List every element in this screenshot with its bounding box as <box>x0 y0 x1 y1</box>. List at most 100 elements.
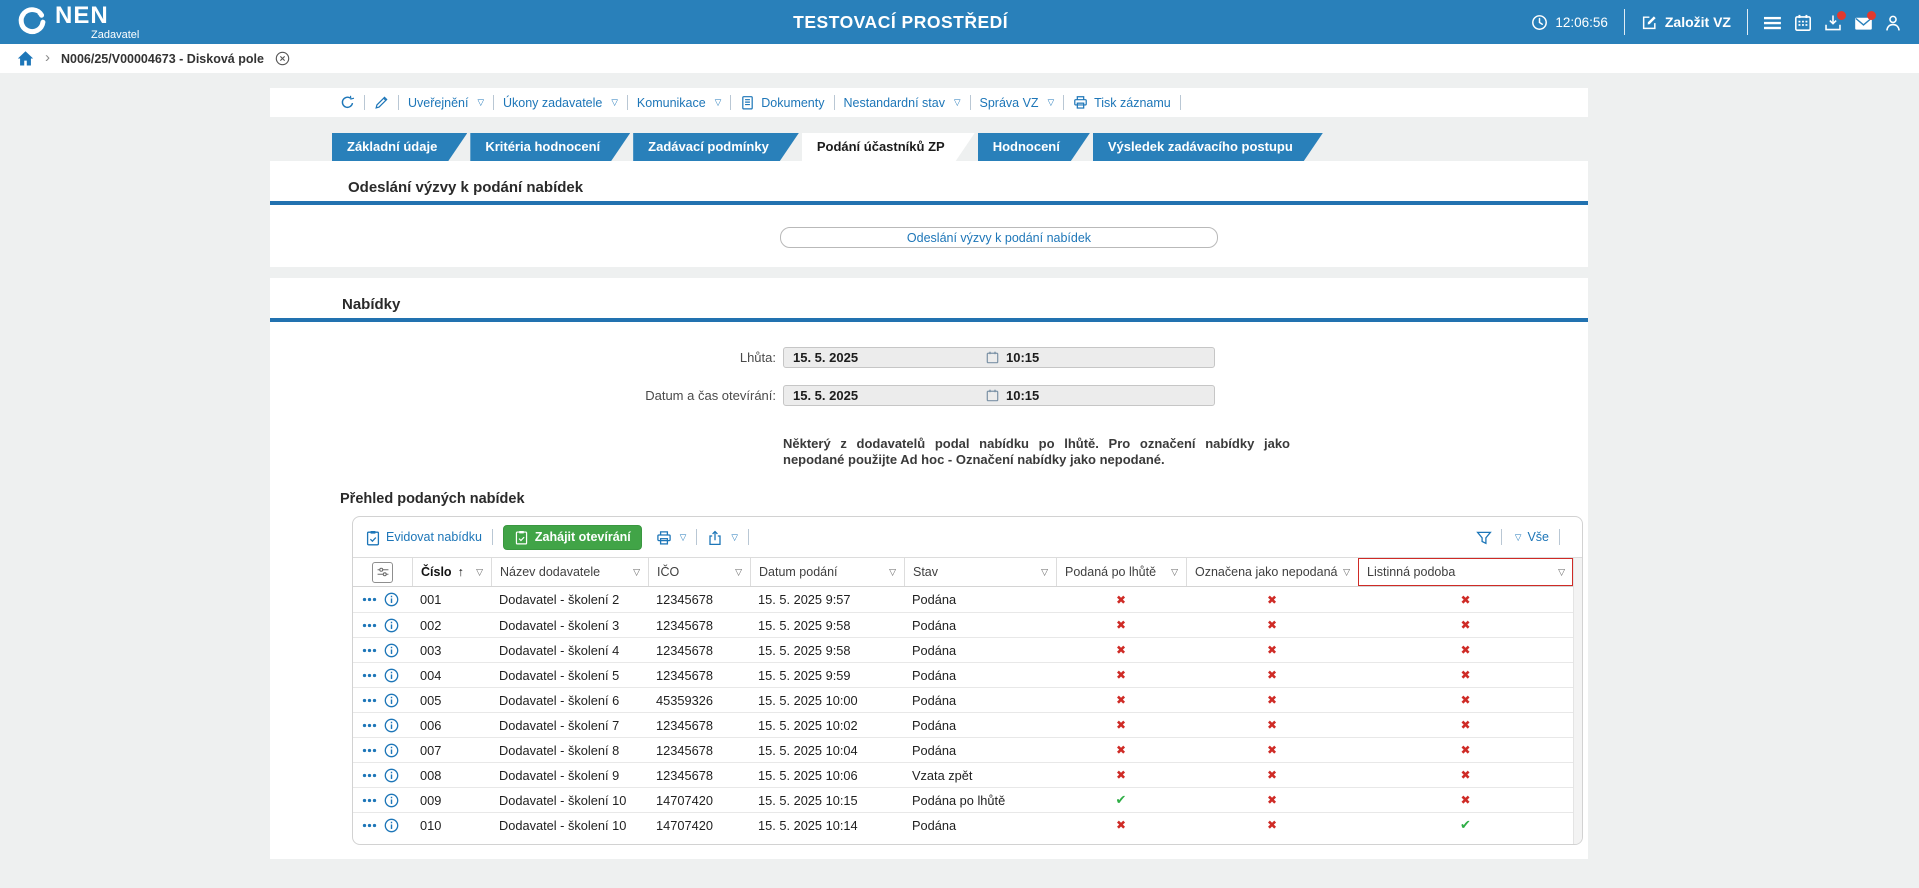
menu-icon[interactable] <box>1764 14 1781 31</box>
row-info-icon[interactable] <box>384 693 399 708</box>
row-menu-icon[interactable] <box>362 823 377 828</box>
divider <box>1747 9 1748 35</box>
menu-tisk-zaznamu[interactable]: Tisk záznamu <box>1073 95 1171 110</box>
row-info-icon[interactable] <box>384 743 399 758</box>
row-info-icon[interactable] <box>384 668 399 683</box>
column-filter-icon[interactable]: ▽ <box>1343 568 1350 577</box>
row-menu-icon[interactable] <box>362 773 377 778</box>
odeslani-vyzvy-button[interactable]: Odeslání výzvy k podání nabídek <box>780 227 1218 248</box>
row-menu-icon[interactable] <box>362 673 377 678</box>
column-filter-icon[interactable]: ▽ <box>476 568 483 577</box>
row-info-icon[interactable] <box>384 592 399 607</box>
column-filter-icon[interactable]: ▽ <box>735 568 742 577</box>
cell-podana-po-lhute: ✖ <box>1056 643 1186 657</box>
tab-zadavaci-podminky[interactable]: Zadávací podmínky <box>633 133 799 161</box>
lhuta-field[interactable]: 15. 5. 2025 10:15 <box>783 347 1215 368</box>
oteviranie-time-value[interactable]: 10:15 <box>1006 388 1039 403</box>
edit-button[interactable] <box>374 95 389 110</box>
row-info-icon[interactable] <box>384 718 399 733</box>
column-header-listinna-podoba[interactable]: Listinná podoba ▽ <box>1358 558 1573 586</box>
nen-logo[interactable]: NEN Zadavatel <box>0 4 270 41</box>
row-info-icon[interactable] <box>384 768 399 783</box>
create-vz-button[interactable]: Založit VZ <box>1641 14 1731 31</box>
menu-ukony-zadavatele[interactable]: Úkony zadavatele ▽ <box>503 96 618 110</box>
filter-vse-dropdown[interactable]: ▽ Vše <box>1512 530 1549 544</box>
home-icon[interactable] <box>17 50 34 67</box>
row-menu-icon[interactable] <box>362 748 377 753</box>
calendar-icon[interactable] <box>1794 14 1811 31</box>
chevron-down-icon: ▽ <box>1048 98 1055 107</box>
messages-button[interactable] <box>1854 14 1871 31</box>
cell-nazev-dodavatele: Dodavatel - školení 7 <box>491 718 648 733</box>
row-menu-icon[interactable] <box>362 723 377 728</box>
row-menu-icon[interactable] <box>362 597 377 602</box>
column-settings[interactable] <box>353 558 412 586</box>
chevron-down-icon: ▽ <box>680 533 687 542</box>
column-header-stav[interactable]: Stav ▽ <box>904 558 1056 586</box>
cell-oznacena-nepodana: ✖ <box>1186 693 1358 707</box>
history-button[interactable] <box>340 95 355 110</box>
cell-datum-podani: 15. 5. 2025 10:14 <box>750 818 904 833</box>
cell-oznacena-nepodana: ✖ <box>1186 818 1358 832</box>
row-info-icon[interactable] <box>384 818 399 833</box>
row-info-icon[interactable] <box>384 618 399 633</box>
export-icon <box>707 530 722 545</box>
column-filter-icon[interactable]: ▽ <box>1558 568 1565 577</box>
row-menu-icon[interactable] <box>362 798 377 803</box>
row-menu-icon[interactable] <box>362 623 377 628</box>
cell-ico: 45359326 <box>648 693 750 708</box>
column-filter-icon[interactable]: ▽ <box>1171 568 1178 577</box>
cell-podana-po-lhute: ✖ <box>1056 593 1186 607</box>
printer-icon <box>1073 95 1088 110</box>
export-table-button[interactable]: ▽ <box>707 530 738 545</box>
lhuta-date-value[interactable]: 15. 5. 2025 <box>793 350 986 365</box>
chevron-down-icon: ▽ <box>954 98 961 107</box>
menu-uverejneni[interactable]: Uveřejnění ▽ <box>408 96 484 110</box>
column-header-cislo[interactable]: Číslo↑ ▽ <box>412 558 491 586</box>
column-header-ico[interactable]: IČO ▽ <box>648 558 750 586</box>
tab-podani-ucastniku-zp[interactable]: Podání účastníků ZP <box>802 133 975 161</box>
breadcrumb-item[interactable]: N006/25/V00004673 - Disková pole <box>61 52 264 66</box>
tab-vysledek-zadavaciho-postupu[interactable]: Výsledek zadávacího postupu <box>1093 133 1323 161</box>
cell-ico: 12345678 <box>648 592 750 607</box>
menu-dokumenty[interactable]: Dokumenty <box>740 95 824 110</box>
column-filter-icon[interactable]: ▽ <box>1041 568 1048 577</box>
filter-icon[interactable] <box>1476 530 1491 545</box>
calendar-icon[interactable] <box>986 351 999 364</box>
row-info-icon[interactable] <box>384 643 399 658</box>
column-filter-icon[interactable]: ▽ <box>633 568 640 577</box>
tab-hodnoceni[interactable]: Hodnocení <box>978 133 1090 161</box>
cell-oznacena-nepodana: ✖ <box>1186 768 1358 782</box>
column-settings-icon <box>372 562 393 583</box>
menu-nestandardni-stav[interactable]: Nestandardní stav ▽ <box>844 96 961 110</box>
column-header-nazev-dodavatele[interactable]: Název dodavatele ▽ <box>491 558 648 586</box>
row-menu-icon[interactable] <box>362 698 377 703</box>
menu-komunikace[interactable]: Komunikace ▽ <box>637 96 721 110</box>
row-actions <box>353 693 412 708</box>
cell-listinna-podoba: ✔ <box>1358 817 1573 833</box>
zahajit-oteviranie-button[interactable]: Zahájit otevírání <box>503 525 642 550</box>
menu-sprava-vz[interactable]: Správa VZ ▽ <box>980 96 1055 110</box>
column-header-datum-podani[interactable]: Datum podání ▽ <box>750 558 904 586</box>
oteviranie-field[interactable]: 15. 5. 2025 10:15 <box>783 385 1215 406</box>
column-header-oznacena-nepodana[interactable]: Označena jako nepodaná ▽ <box>1186 558 1358 586</box>
evidovat-nabidku-button[interactable]: Evidovat nabídku <box>365 530 482 545</box>
column-filter-icon[interactable]: ▽ <box>889 568 896 577</box>
column-label: Název dodavatele <box>500 565 600 579</box>
user-profile-icon[interactable] <box>1884 14 1901 31</box>
column-header-podana-po-lhute[interactable]: Podaná po lhůtě ▽ <box>1056 558 1186 586</box>
section-body: Odeslání výzvy k podání nabídek <box>270 205 1588 267</box>
oteviranie-label: Datum a čas otevírání: <box>270 388 783 403</box>
table-scrollbar-track[interactable] <box>1573 558 1582 844</box>
tab-zakladni-udaje[interactable]: Základní údaje <box>332 133 467 161</box>
row-info-icon[interactable] <box>384 793 399 808</box>
tab-kriteria-hodnoceni[interactable]: Kritéria hodnocení <box>470 133 630 161</box>
lhuta-time-value[interactable]: 10:15 <box>1006 350 1039 365</box>
nen-logo-icon <box>16 6 48 38</box>
calendar-icon[interactable] <box>986 389 999 402</box>
close-record-icon[interactable] <box>275 51 290 66</box>
row-menu-icon[interactable] <box>362 648 377 653</box>
print-table-button[interactable]: ▽ <box>656 530 687 545</box>
oteviranie-date-value[interactable]: 15. 5. 2025 <box>793 388 986 403</box>
inbox-download-button[interactable] <box>1824 14 1841 31</box>
